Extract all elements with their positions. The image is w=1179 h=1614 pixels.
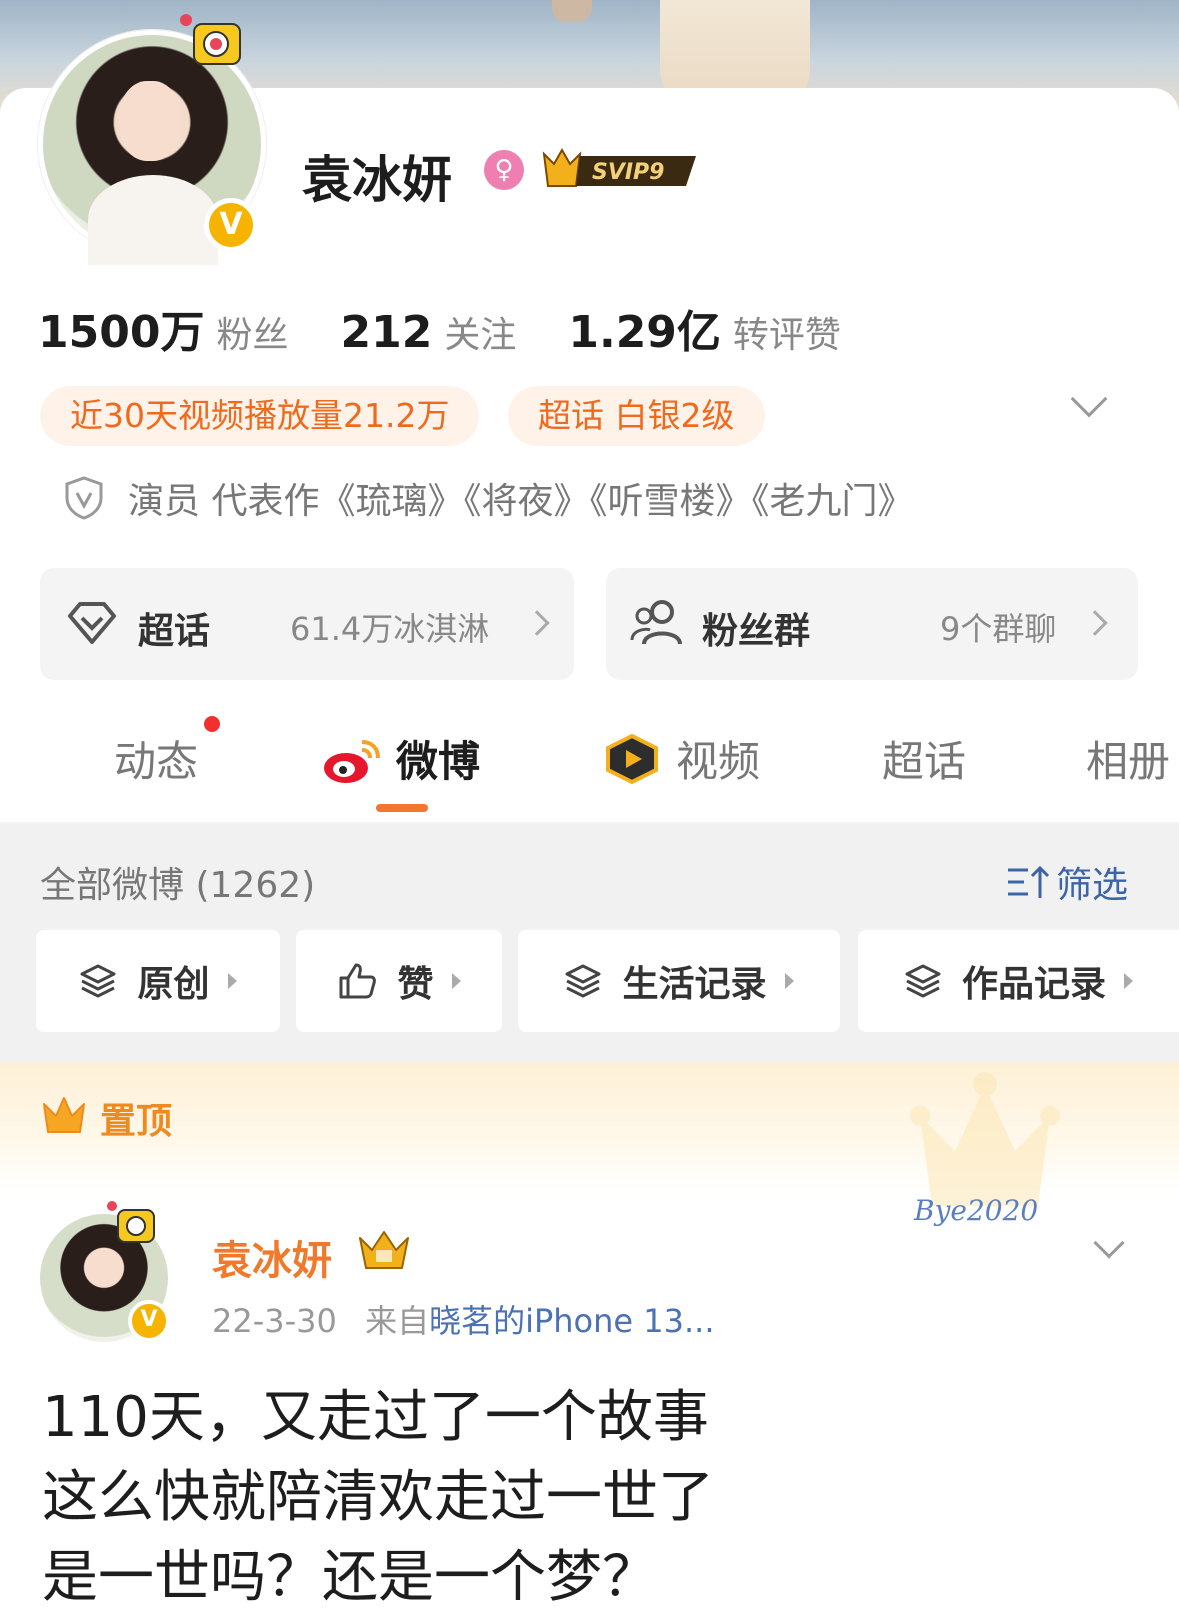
cover-figure — [552, 0, 592, 22]
layers-icon — [80, 964, 116, 998]
fan-group-card[interactable]: 粉丝群 9个群聊 — [606, 568, 1138, 680]
supertopic-card-meta: 61.4万冰淇淋 — [290, 610, 490, 648]
post-options-chevron-icon[interactable] — [1093, 1227, 1125, 1259]
followers-label[interactable]: 粉丝 — [216, 306, 288, 358]
weibo-count: (1262) — [195, 865, 316, 906]
layers-icon — [565, 964, 601, 998]
chip-original[interactable]: 原创 — [36, 930, 280, 1032]
chip-work-records[interactable]: 作品记录 — [858, 930, 1179, 1032]
tab-album[interactable]: 相册 — [1086, 728, 1170, 789]
female-icon: ♀ — [484, 150, 524, 190]
avatar-face — [119, 81, 181, 161]
tab-supertopic[interactable]: 超话 — [882, 728, 966, 789]
post-line: 110天，又走过了一个故事 — [42, 1385, 709, 1450]
post-source-prefix: 来自 — [365, 1302, 430, 1340]
chip-arrow-icon — [451, 973, 461, 989]
post-source-device[interactable]: 晓茗的iPhone 13... — [429, 1302, 714, 1340]
post-line: 这么快就陪清欢走过一世了 — [42, 1465, 714, 1530]
supertopic-card-title: 超话 — [138, 611, 211, 652]
chevron-right-icon — [524, 610, 550, 636]
all-weibo-count: 全部微博 (1262) — [40, 856, 315, 908]
interactions-label: 转评赞 — [732, 315, 841, 356]
chip-arrow-icon — [784, 973, 794, 989]
filter-label: 筛选 — [1056, 865, 1129, 906]
following-label[interactable]: 关注 — [444, 306, 516, 358]
following-count[interactable]: 212 — [340, 307, 432, 358]
bye2020-decoration: Bye2020 — [914, 1194, 1039, 1227]
followers-count[interactable]: 1500万 — [38, 296, 204, 360]
all-weibo-label: 全部微博 — [40, 865, 185, 906]
chip-likes-label: 赞 — [397, 964, 434, 1005]
avatar-body — [88, 175, 218, 265]
chevron-right-icon — [1082, 610, 1108, 636]
fan-group-card-meta: 9个群聊 — [940, 610, 1057, 648]
post-camera-pendant-icon — [107, 1201, 155, 1243]
interactions-count: 1.29亿 — [568, 307, 721, 358]
post-verified-badge-icon: V — [128, 1300, 170, 1342]
filter-sort-icon — [1008, 865, 1050, 898]
video-play-icon — [606, 734, 658, 784]
active-tab-indicator — [376, 804, 428, 812]
profile-intro: 演员 代表作《琉璃》《将夜》《听雪楼》《老九门》 — [64, 472, 913, 524]
people-icon — [630, 600, 682, 645]
shield-verified-icon — [65, 476, 103, 520]
supertopic-card[interactable]: 超话 61.4万冰淇淋 — [40, 568, 574, 680]
crown-icon — [43, 1097, 85, 1133]
chip-work-records-label: 作品记录 — [961, 964, 1106, 1005]
filter-button[interactable]: 筛选 — [1006, 856, 1128, 908]
profile-stats: 1500万 粉丝 212 关注 1.29亿 转评赞 — [38, 296, 893, 360]
profile-name: 袁冰妍 — [302, 151, 452, 209]
chip-original-label: 原创 — [137, 964, 210, 1005]
svip-label: SVIP9 — [592, 160, 665, 185]
fan-group-card-title: 粉丝群 — [702, 611, 811, 652]
post-date: 22-3-30 — [212, 1302, 337, 1340]
verified-badge-icon: V — [204, 198, 258, 252]
svip-badge-icon[interactable]: SVIP9 — [540, 146, 700, 194]
camera-pendant-icon — [180, 14, 241, 65]
tab-video[interactable]: 视频 — [676, 728, 760, 789]
unread-dot — [204, 716, 220, 732]
weibo-logo-icon — [324, 740, 380, 783]
post-author-name[interactable]: 袁冰妍 — [212, 1228, 332, 1286]
post-line: 是一世吗？还是一个梦？ — [42, 1545, 658, 1610]
chip-life-records[interactable]: 生活记录 — [518, 930, 840, 1032]
chip-arrow-icon — [1124, 973, 1133, 989]
layers-icon — [905, 964, 941, 998]
pinned-label: 置顶 — [100, 1101, 173, 1142]
video-plays-tag[interactable]: 近30天视频播放量21.2万 — [40, 386, 480, 446]
post-text[interactable]: 110天，又走过了一个故事 这么快就陪清欢走过一世了 是一世吗？还是一个梦？ — [42, 1378, 714, 1614]
thumbs-up-icon — [339, 963, 377, 999]
post-meta: 22-3-30 来自晓茗的iPhone 13... — [212, 1296, 715, 1342]
tab-weibo[interactable]: 微博 — [396, 728, 480, 789]
diamond-icon — [68, 602, 116, 644]
tab-feed[interactable]: 动态 — [114, 728, 198, 789]
chip-arrow-icon — [227, 973, 237, 989]
chip-likes[interactable]: 赞 — [296, 930, 502, 1032]
chip-life-records-label: 生活记录 — [622, 964, 767, 1005]
vip-crown-icon — [359, 1231, 409, 1269]
supertopic-level-tag[interactable]: 超话 白银2级 — [508, 386, 765, 446]
intro-text: 演员 代表作《琉璃》《将夜》《听雪楼》《老九门》 — [128, 481, 914, 522]
